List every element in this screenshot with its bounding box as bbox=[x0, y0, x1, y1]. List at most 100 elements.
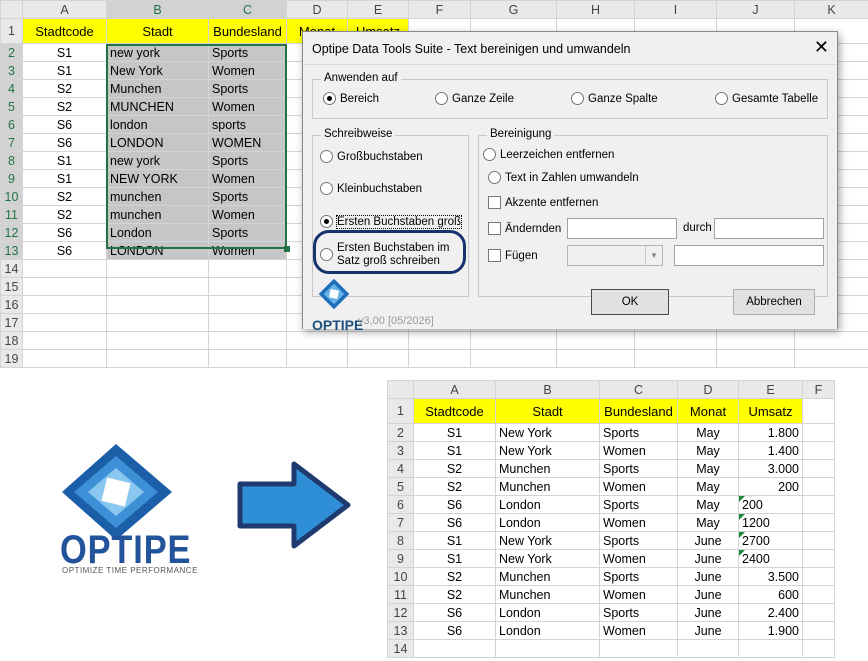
cell[interactable]: S1 bbox=[413, 549, 496, 568]
fill-handle[interactable] bbox=[284, 246, 290, 252]
cell[interactable] bbox=[738, 639, 803, 658]
cell[interactable] bbox=[413, 639, 496, 658]
row-header[interactable]: 14 bbox=[387, 639, 414, 658]
cell[interactable]: 3.000 bbox=[738, 459, 803, 478]
radio-grossbuchstaben[interactable]: Großbuchstaben bbox=[320, 150, 423, 163]
cell[interactable]: S1 bbox=[22, 151, 107, 170]
cell[interactable]: May bbox=[677, 423, 739, 442]
cell[interactable] bbox=[794, 331, 868, 350]
cell[interactable] bbox=[106, 331, 209, 350]
row-header[interactable]: 3 bbox=[387, 441, 414, 460]
cell[interactable] bbox=[470, 349, 557, 368]
row-header[interactable]: 11 bbox=[387, 585, 414, 604]
cell[interactable] bbox=[22, 331, 107, 350]
row-header[interactable]: 17 bbox=[0, 313, 23, 332]
row-header[interactable]: 12 bbox=[0, 223, 23, 242]
cell[interactable]: Sports bbox=[599, 603, 678, 622]
cell[interactable] bbox=[495, 639, 600, 658]
cell[interactable]: 1.400 bbox=[738, 441, 803, 460]
cell[interactable] bbox=[208, 331, 287, 350]
radio-ganze-zeile[interactable]: Ganze Zeile bbox=[435, 92, 514, 105]
cell[interactable]: S1 bbox=[22, 43, 107, 62]
cell[interactable] bbox=[106, 313, 209, 332]
cell[interactable] bbox=[802, 639, 835, 658]
col-header-e[interactable]: E bbox=[347, 0, 409, 19]
cell[interactable]: Women bbox=[599, 549, 678, 568]
row-header[interactable]: 6 bbox=[0, 115, 23, 134]
cell[interactable]: S1 bbox=[22, 61, 107, 80]
cell[interactable]: 200 bbox=[738, 477, 803, 496]
close-icon[interactable]: ✕ bbox=[814, 38, 829, 56]
cell[interactable]: Women bbox=[599, 441, 678, 460]
cell[interactable] bbox=[802, 531, 835, 550]
cell[interactable] bbox=[286, 349, 348, 368]
cell[interactable]: Munchen bbox=[495, 459, 600, 478]
cell[interactable]: London bbox=[495, 621, 600, 640]
cell[interactable] bbox=[802, 567, 835, 586]
cell[interactable]: London bbox=[495, 603, 600, 622]
cell[interactable]: S2 bbox=[413, 459, 496, 478]
cell[interactable]: Sports bbox=[599, 531, 678, 550]
cell[interactable] bbox=[208, 349, 287, 368]
row-header[interactable]: 9 bbox=[387, 549, 414, 568]
cell[interactable] bbox=[22, 313, 107, 332]
col-header-e[interactable]: E bbox=[738, 380, 803, 399]
cell[interactable]: June bbox=[677, 549, 739, 568]
radio-ersten-buchstaben-gross[interactable]: Ersten Buchstaben groß bbox=[320, 214, 463, 229]
cell[interactable]: 3.500 bbox=[738, 567, 803, 586]
check-akzente[interactable]: Akzente entfernen bbox=[488, 196, 598, 209]
cell[interactable] bbox=[599, 639, 678, 658]
row-header[interactable]: 8 bbox=[0, 151, 23, 170]
cell[interactable] bbox=[634, 331, 717, 350]
row-header[interactable]: 5 bbox=[387, 477, 414, 496]
cell[interactable]: S2 bbox=[22, 187, 107, 206]
cell[interactable] bbox=[106, 277, 209, 296]
cell[interactable]: S1 bbox=[22, 169, 107, 188]
col-header-i[interactable]: I bbox=[634, 0, 717, 19]
cell[interactable] bbox=[802, 513, 835, 532]
cell[interactable] bbox=[408, 349, 471, 368]
cell[interactable]: June bbox=[677, 585, 739, 604]
cell[interactable]: May bbox=[677, 459, 739, 478]
row-header[interactable]: 4 bbox=[0, 79, 23, 98]
cell[interactable]: S6 bbox=[413, 621, 496, 640]
cell[interactable] bbox=[347, 349, 409, 368]
cell[interactable]: 1.800 bbox=[738, 423, 803, 442]
cell[interactable]: 2.400 bbox=[738, 603, 803, 622]
row-header[interactable]: 12 bbox=[387, 603, 414, 622]
radio-text-in-zahlen[interactable]: Text in Zahlen umwandeln bbox=[488, 171, 639, 184]
col-header-b[interactable]: B bbox=[495, 380, 600, 399]
cell[interactable] bbox=[347, 331, 409, 350]
col-header-c[interactable]: C bbox=[599, 380, 678, 399]
cell[interactable] bbox=[802, 441, 835, 460]
cell[interactable]: 2400 bbox=[738, 549, 803, 568]
row-header[interactable]: 3 bbox=[0, 61, 23, 80]
cell[interactable]: 1.900 bbox=[738, 621, 803, 640]
insert-text-input[interactable] bbox=[674, 245, 824, 266]
cell[interactable]: 600 bbox=[738, 585, 803, 604]
cell[interactable]: S6 bbox=[22, 241, 107, 260]
select-all-corner[interactable] bbox=[387, 380, 414, 399]
col-header-d[interactable]: D bbox=[286, 0, 348, 19]
row-header[interactable]: 19 bbox=[0, 349, 23, 368]
row-header[interactable]: 13 bbox=[0, 241, 23, 260]
cell[interactable]: Munchen bbox=[495, 477, 600, 496]
cell[interactable]: May bbox=[677, 477, 739, 496]
header-cell-monat[interactable]: Monat bbox=[677, 398, 739, 424]
cell[interactable]: Women bbox=[599, 585, 678, 604]
cell[interactable]: Sports bbox=[599, 423, 678, 442]
cell[interactable] bbox=[22, 295, 107, 314]
cell[interactable]: S6 bbox=[22, 133, 107, 152]
cell[interactable]: Munchen bbox=[495, 567, 600, 586]
cell[interactable]: 200 bbox=[738, 495, 803, 514]
row-header[interactable]: 13 bbox=[387, 621, 414, 640]
cell[interactable]: Women bbox=[599, 513, 678, 532]
cell[interactable]: S2 bbox=[413, 567, 496, 586]
cell[interactable]: Women bbox=[599, 477, 678, 496]
cell[interactable]: Sports bbox=[599, 459, 678, 478]
col-header-a[interactable]: A bbox=[413, 380, 496, 399]
cell[interactable]: June bbox=[677, 531, 739, 550]
select-all-corner[interactable] bbox=[0, 0, 23, 19]
row-header[interactable]: 6 bbox=[387, 495, 414, 514]
cell[interactable]: S6 bbox=[413, 495, 496, 514]
